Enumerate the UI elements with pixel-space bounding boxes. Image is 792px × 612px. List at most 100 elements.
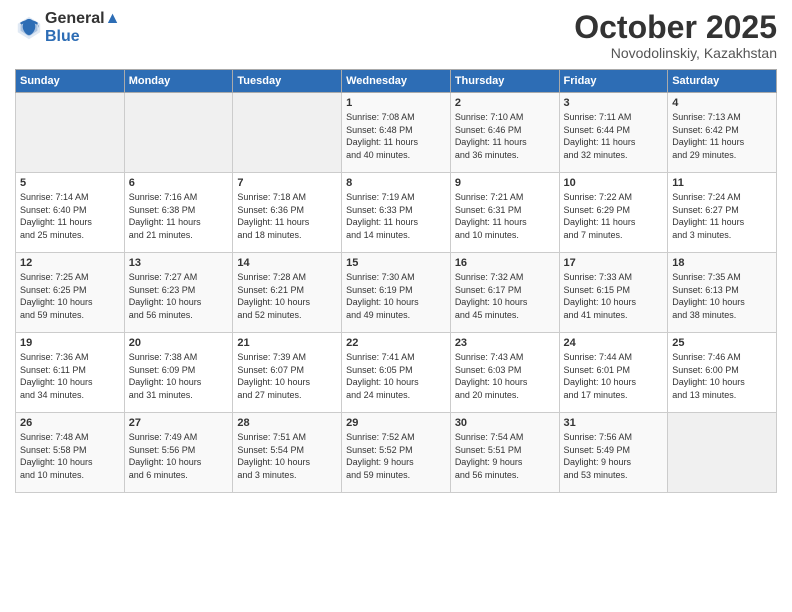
calendar-cell: 29Sunrise: 7:52 AM Sunset: 5:52 PM Dayli… — [342, 413, 451, 493]
day-info: Sunrise: 7:24 AM Sunset: 6:27 PM Dayligh… — [672, 191, 772, 241]
page-container: General▲ Blue October 2025 Novodolinskiy… — [0, 0, 792, 503]
day-info: Sunrise: 7:41 AM Sunset: 6:05 PM Dayligh… — [346, 351, 446, 401]
calendar-cell: 19Sunrise: 7:36 AM Sunset: 6:11 PM Dayli… — [16, 333, 125, 413]
day-number: 9 — [455, 177, 555, 189]
weekday-header-tuesday: Tuesday — [233, 70, 342, 93]
day-info: Sunrise: 7:25 AM Sunset: 6:25 PM Dayligh… — [20, 271, 120, 321]
calendar-cell: 31Sunrise: 7:56 AM Sunset: 5:49 PM Dayli… — [559, 413, 668, 493]
calendar-cell: 21Sunrise: 7:39 AM Sunset: 6:07 PM Dayli… — [233, 333, 342, 413]
weekday-header-friday: Friday — [559, 70, 668, 93]
day-number: 30 — [455, 417, 555, 429]
day-info: Sunrise: 7:21 AM Sunset: 6:31 PM Dayligh… — [455, 191, 555, 241]
day-info: Sunrise: 7:33 AM Sunset: 6:15 PM Dayligh… — [564, 271, 664, 321]
day-info: Sunrise: 7:51 AM Sunset: 5:54 PM Dayligh… — [237, 431, 337, 481]
title-block: October 2025 Novodolinskiy, Kazakhstan — [574, 10, 777, 61]
calendar-cell: 14 Sunrise: 7:28 AM Sunset: 6:21 PM Dayli… — [233, 253, 342, 333]
logo-text: General▲ Blue — [45, 10, 120, 45]
calendar-cell: 11Sunrise: 7:24 AM Sunset: 6:27 PM Dayli… — [668, 173, 777, 253]
calendar-cell: 22 Sunrise: 7:41 AM Sunset: 6:05 PM Dayli… — [342, 333, 451, 413]
day-info: Sunrise: 7:28 AM Sunset: 6:21 PM Dayligh… — [237, 271, 337, 321]
calendar-cell: 25 Sunrise: 7:46 AM Sunset: 6:00 PM Dayli… — [668, 333, 777, 413]
day-number: 3 — [564, 97, 664, 109]
day-info: Sunrise: 7:44 AM Sunset: 6:01 PM Dayligh… — [564, 351, 664, 401]
day-number: 12 — [20, 257, 120, 269]
weekday-header-thursday: Thursday — [450, 70, 559, 93]
calendar-cell: 17Sunrise: 7:33 AM Sunset: 6:15 PM Dayli… — [559, 253, 668, 333]
location-subtitle: Novodolinskiy, Kazakhstan — [574, 45, 777, 61]
day-info: Sunrise: 7:19 AM Sunset: 6:33 PM Dayligh… — [346, 191, 446, 241]
week-row-2: 5Sunrise: 7:14 AM Sunset: 6:40 PM Daylig… — [16, 173, 777, 253]
calendar-cell: 1Sunrise: 7:08 AM Sunset: 6:48 PM Daylig… — [342, 93, 451, 173]
calendar-cell: 13 Sunrise: 7:27 AM Sunset: 6:23 PM Dayli… — [124, 253, 233, 333]
day-info: Sunrise: 7:27 AM Sunset: 6:23 PM Dayligh… — [129, 271, 229, 321]
day-number: 7 — [237, 177, 337, 189]
weekday-header-wednesday: Wednesday — [342, 70, 451, 93]
day-number: 5 — [20, 177, 120, 189]
week-row-5: 26 Sunrise: 7:48 AM Sunset: 5:58 PM Dayli… — [16, 413, 777, 493]
logo-icon — [15, 14, 43, 42]
calendar-cell — [668, 413, 777, 493]
day-number: 25 — [672, 337, 772, 349]
calendar-cell: 18Sunrise: 7:35 AM Sunset: 6:13 PM Dayli… — [668, 253, 777, 333]
calendar-cell: 4Sunrise: 7:13 AM Sunset: 6:42 PM Daylig… — [668, 93, 777, 173]
day-number: 2 — [455, 97, 555, 109]
day-number: 26 — [20, 417, 120, 429]
calendar-cell: 8 Sunrise: 7:19 AM Sunset: 6:33 PM Daylig… — [342, 173, 451, 253]
calendar-cell: 16 Sunrise: 7:32 AM Sunset: 6:17 PM Dayli… — [450, 253, 559, 333]
day-number: 1 — [346, 97, 446, 109]
day-number: 28 — [237, 417, 337, 429]
day-number: 14 — [237, 257, 337, 269]
day-info: Sunrise: 7:38 AM Sunset: 6:09 PM Dayligh… — [129, 351, 229, 401]
day-number: 15 — [346, 257, 446, 269]
weekday-header-sunday: Sunday — [16, 70, 125, 93]
weekday-header-saturday: Saturday — [668, 70, 777, 93]
header: General▲ Blue October 2025 Novodolinskiy… — [15, 10, 777, 61]
calendar-cell: 28 Sunrise: 7:51 AM Sunset: 5:54 PM Dayli… — [233, 413, 342, 493]
calendar-cell: 5Sunrise: 7:14 AM Sunset: 6:40 PM Daylig… — [16, 173, 125, 253]
day-info: Sunrise: 7:54 AM Sunset: 5:51 PM Dayligh… — [455, 431, 555, 481]
day-number: 8 — [346, 177, 446, 189]
day-number: 22 — [346, 337, 446, 349]
day-number: 10 — [564, 177, 664, 189]
day-number: 27 — [129, 417, 229, 429]
calendar-cell: 26 Sunrise: 7:48 AM Sunset: 5:58 PM Dayli… — [16, 413, 125, 493]
calendar-cell: 9 Sunrise: 7:21 AM Sunset: 6:31 PM Daylig… — [450, 173, 559, 253]
calendar-cell — [124, 93, 233, 173]
day-info: Sunrise: 7:13 AM Sunset: 6:42 PM Dayligh… — [672, 111, 772, 161]
day-info: Sunrise: 7:49 AM Sunset: 5:56 PM Dayligh… — [129, 431, 229, 481]
day-info: Sunrise: 7:30 AM Sunset: 6:19 PM Dayligh… — [346, 271, 446, 321]
calendar-cell: 27 Sunrise: 7:49 AM Sunset: 5:56 PM Dayli… — [124, 413, 233, 493]
day-info: Sunrise: 7:22 AM Sunset: 6:29 PM Dayligh… — [564, 191, 664, 241]
day-number: 20 — [129, 337, 229, 349]
calendar-cell: 7Sunrise: 7:18 AM Sunset: 6:36 PM Daylig… — [233, 173, 342, 253]
calendar-cell: 3 Sunrise: 7:11 AM Sunset: 6:44 PM Daylig… — [559, 93, 668, 173]
logo: General▲ Blue — [15, 10, 120, 45]
day-info: Sunrise: 7:36 AM Sunset: 6:11 PM Dayligh… — [20, 351, 120, 401]
day-number: 31 — [564, 417, 664, 429]
calendar-cell: 6 Sunrise: 7:16 AM Sunset: 6:38 PM Daylig… — [124, 173, 233, 253]
calendar-cell: 23Sunrise: 7:43 AM Sunset: 6:03 PM Dayli… — [450, 333, 559, 413]
day-number: 24 — [564, 337, 664, 349]
calendar-cell: 20 Sunrise: 7:38 AM Sunset: 6:09 PM Dayli… — [124, 333, 233, 413]
day-info: Sunrise: 7:10 AM Sunset: 6:46 PM Dayligh… — [455, 111, 555, 161]
day-number: 18 — [672, 257, 772, 269]
calendar-cell — [233, 93, 342, 173]
day-info: Sunrise: 7:48 AM Sunset: 5:58 PM Dayligh… — [20, 431, 120, 481]
calendar-cell: 10 Sunrise: 7:22 AM Sunset: 6:29 PM Dayli… — [559, 173, 668, 253]
calendar-cell: 2 Sunrise: 7:10 AM Sunset: 6:46 PM Daylig… — [450, 93, 559, 173]
month-title: October 2025 — [574, 10, 777, 45]
day-info: Sunrise: 7:39 AM Sunset: 6:07 PM Dayligh… — [237, 351, 337, 401]
week-row-4: 19Sunrise: 7:36 AM Sunset: 6:11 PM Dayli… — [16, 333, 777, 413]
day-number: 13 — [129, 257, 229, 269]
day-info: Sunrise: 7:16 AM Sunset: 6:38 PM Dayligh… — [129, 191, 229, 241]
day-info: Sunrise: 7:11 AM Sunset: 6:44 PM Dayligh… — [564, 111, 664, 161]
day-info: Sunrise: 7:32 AM Sunset: 6:17 PM Dayligh… — [455, 271, 555, 321]
calendar-cell: 12 Sunrise: 7:25 AM Sunset: 6:25 PM Dayli… — [16, 253, 125, 333]
day-number: 23 — [455, 337, 555, 349]
day-info: Sunrise: 7:46 AM Sunset: 6:00 PM Dayligh… — [672, 351, 772, 401]
day-number: 16 — [455, 257, 555, 269]
calendar-cell — [16, 93, 125, 173]
week-row-1: 1Sunrise: 7:08 AM Sunset: 6:48 PM Daylig… — [16, 93, 777, 173]
day-number: 6 — [129, 177, 229, 189]
calendar-cell: 30 Sunrise: 7:54 AM Sunset: 5:51 PM Dayli… — [450, 413, 559, 493]
